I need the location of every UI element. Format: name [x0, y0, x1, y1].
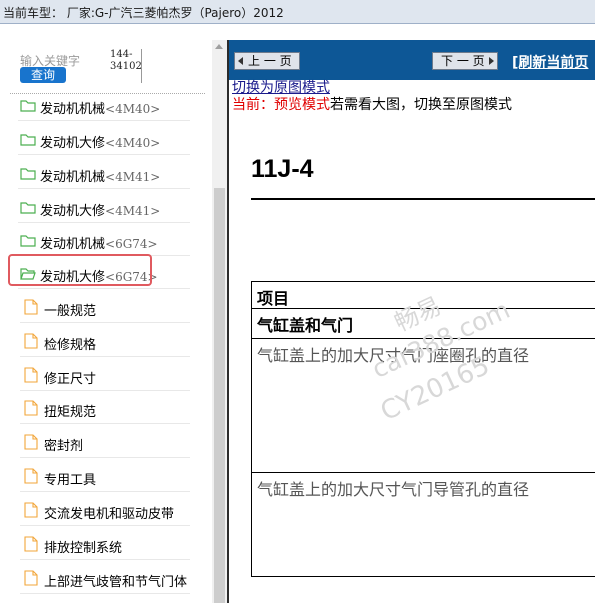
selection-highlight: [8, 254, 152, 286]
tree-item-label: 发动机机械<4M40>: [40, 102, 161, 117]
folder-icon: [20, 134, 36, 146]
doc-item[interactable]: 检修规格: [20, 327, 190, 357]
table-header-cell: 项目: [257, 289, 290, 308]
page-toolbar: 上 一 页 下 一 页 [刷新当前页: [229, 40, 595, 80]
doc-item-label: 检修规格: [44, 338, 97, 353]
folder-icon: [20, 100, 36, 112]
document-icon: [24, 400, 38, 416]
table-header-row: 项目: [252, 282, 595, 309]
folder-icon: [20, 202, 36, 214]
document-icon: [24, 434, 38, 450]
tree-item[interactable]: 发动机大修<4M41>: [18, 193, 190, 223]
tree-item[interactable]: 发动机机械<4M40>: [18, 91, 190, 121]
doc-item[interactable]: 上部进气歧管和节气门体: [20, 564, 190, 594]
scroll-thumb[interactable]: [214, 188, 225, 603]
spec-table: 项目 气缸盖和气门 气缸盖上的加大尺寸气门座圈孔的直径 气缸盖上的加大尺寸气门导…: [251, 281, 595, 577]
mode-current: 当前：预览模式: [232, 97, 330, 113]
folder-icon: [20, 168, 36, 180]
code-text: 144- 34102: [110, 49, 142, 83]
code-line-2: 34102: [110, 61, 142, 72]
doc-item[interactable]: 交流发电机和驱动皮带: [20, 496, 190, 526]
document-icon: [24, 333, 38, 349]
page-rule: [251, 198, 595, 200]
table-section-row: 气缸盖和气门: [252, 309, 595, 339]
document-icon: [24, 468, 38, 484]
content-panel: 上 一 页 下 一 页 [刷新当前页 切换为原图模式 当前：预览模式若需看大图，…: [227, 40, 595, 603]
folder-icon: [20, 235, 36, 247]
tree-item-label: 发动机机械<4M41>: [40, 170, 161, 185]
prev-page-button[interactable]: 上 一 页: [234, 52, 300, 70]
scroll-up-arrow-icon[interactable]: [215, 44, 223, 49]
doc-item[interactable]: 一般规范: [20, 293, 190, 323]
document-icon: [24, 367, 38, 383]
document-icon: [24, 536, 38, 552]
mode-hint: 若需看大图，切换至原图模式: [330, 97, 512, 113]
tree-item-label: 发动机机械<6G74>: [40, 237, 158, 252]
tree-item-label: 发动机大修<4M41>: [40, 204, 161, 219]
title-bar: 当前车型： 厂家:G-广汽三菱帕杰罗（Pajero）2012: [0, 0, 595, 24]
search-area: 输入关键字 查询 144- 34102: [0, 40, 212, 92]
page-code: 11J-4: [251, 155, 314, 183]
tree-item[interactable]: 发动机机械<4M41>: [18, 159, 190, 189]
tree-item[interactable]: 发动机机械<6G74>: [18, 226, 190, 256]
document-icon: [24, 502, 38, 518]
table-cell: 气缸盖上的加大尺寸气门座圈孔的直径: [257, 346, 530, 365]
current-vehicle-text: 当前车型： 厂家:G-广汽三菱帕杰罗（Pajero）2012: [3, 6, 284, 20]
doc-item-label: 排放控制系统: [44, 541, 123, 556]
doc-item-label: 专用工具: [44, 473, 97, 488]
doc-item[interactable]: 排放控制系统: [20, 530, 190, 560]
left-scrollbar[interactable]: [212, 40, 227, 603]
table-row: 气缸盖上的加大尺寸气门座圈孔的直径: [252, 339, 595, 473]
code-line-1: 144-: [110, 49, 133, 60]
arrow-left-icon: [238, 57, 243, 65]
doc-item-label: 修正尺寸: [44, 372, 97, 387]
doc-item-label: 一般规范: [44, 304, 97, 319]
search-button[interactable]: 查询: [20, 67, 66, 83]
mode-status: 当前：预览模式若需看大图，切换至原图模式: [232, 94, 512, 114]
tree-item[interactable]: 发动机大修<4M40>: [18, 125, 190, 155]
arrow-right-icon: [489, 57, 494, 65]
doc-item-label: 上部进气歧管和节气门体: [44, 575, 188, 590]
doc-item-label: 密封剂: [44, 439, 84, 454]
table-section-cell: 气缸盖和气门: [257, 316, 354, 335]
doc-item[interactable]: 修正尺寸: [20, 361, 190, 391]
table-cell: 气缸盖上的加大尺寸气门导管孔的直径: [257, 480, 530, 499]
next-page-button[interactable]: 下 一 页: [432, 52, 498, 70]
table-row: 气缸盖上的加大尺寸气门导管孔的直径: [252, 473, 595, 576]
doc-item[interactable]: 专用工具: [20, 462, 190, 492]
doc-item[interactable]: 密封剂: [20, 428, 190, 458]
doc-item-label: 交流发电机和驱动皮带: [44, 507, 175, 522]
refresh-page-link[interactable]: [刷新当前页: [512, 52, 588, 72]
document-icon: [24, 570, 38, 586]
tree-item-label: 发动机大修<4M40>: [40, 136, 161, 151]
doc-item[interactable]: 扭矩规范: [20, 394, 190, 424]
left-panel: 输入关键字 查询 144- 34102 发动机机械<4M40> 发动机大修<4M…: [0, 40, 227, 603]
doc-item-label: 扭矩规范: [44, 405, 97, 420]
document-icon: [24, 299, 38, 315]
